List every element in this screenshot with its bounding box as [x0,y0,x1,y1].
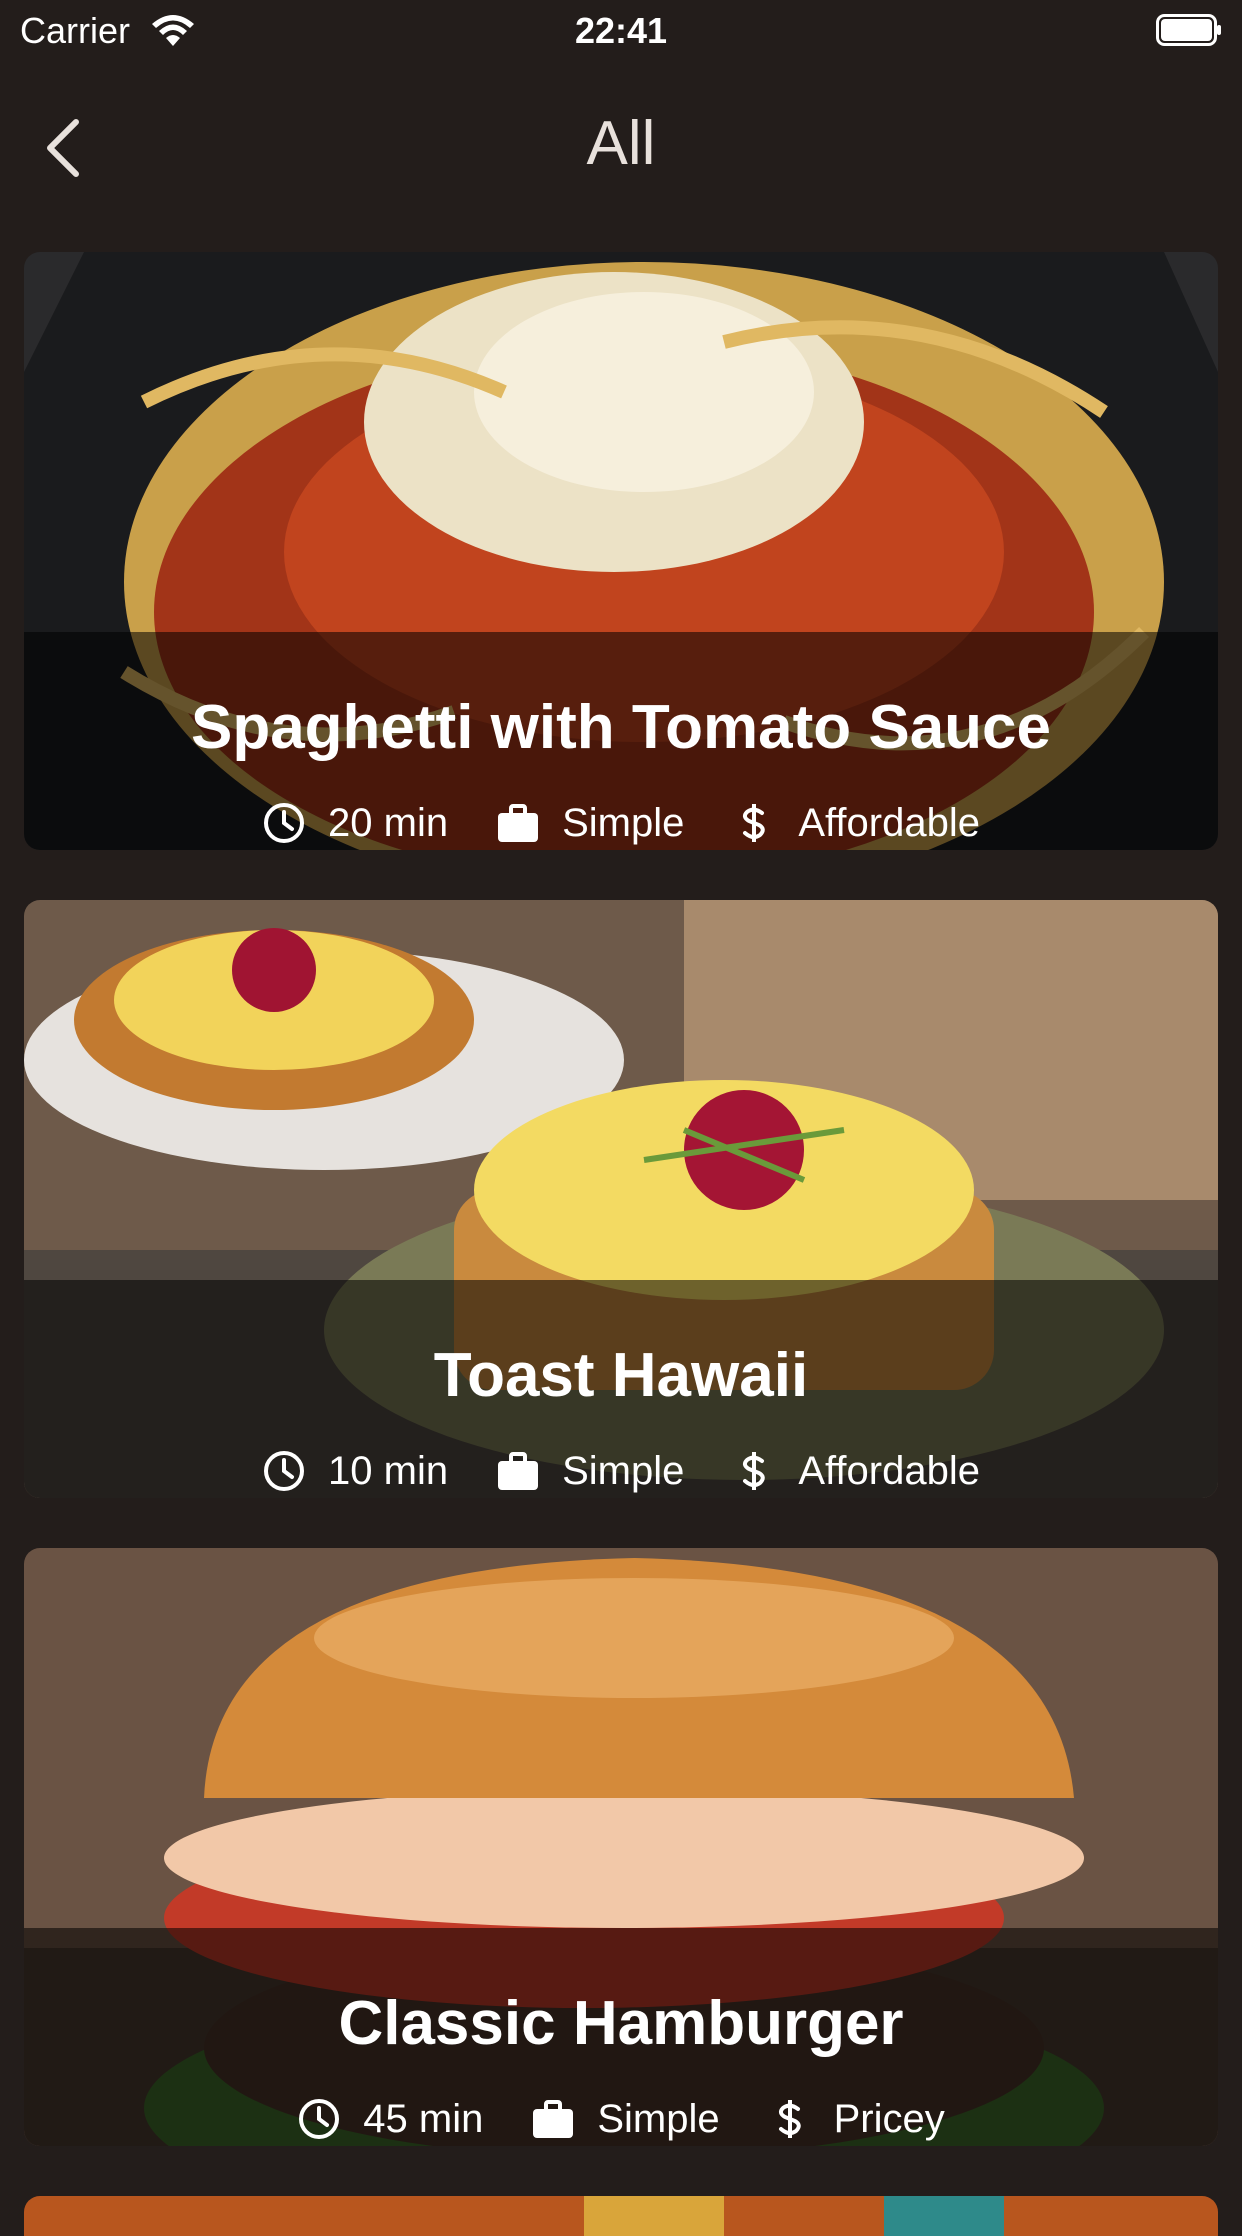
status-bar: Carrier 22:41 [0,0,1242,62]
meal-card-toast-hawaii[interactable]: Toast Hawaii 10 min Simple Affordable [24,900,1218,1498]
duration-label: 45 min [363,2096,484,2141]
meal-meta-row: 20 min Simple Affordable [24,798,1218,848]
meal-card-spaghetti[interactable]: Spaghetti with Tomato Sauce 20 min Simpl… [24,252,1218,850]
complexity-label: Simple [597,2096,720,2141]
duration-item: 20 min [262,801,448,846]
affordability-item: Pricey [768,2097,945,2142]
meal-card-next-peek[interactable] [24,2196,1218,2236]
duration-item: 45 min [297,2097,483,2142]
affordability-label: Affordable [798,800,980,845]
affordability-item: Affordable [732,1449,980,1494]
status-time: 22:41 [574,10,668,51]
meal-image-next [24,2196,1218,2236]
meal-card-classic-hamburger[interactable]: Classic Hamburger 45 min Simple Pricey [24,1548,1218,2146]
briefcase-icon [533,2100,574,2138]
navigation-bar: All [0,62,1242,226]
meal-meta-row: 10 min Simple Affordable [24,1446,1218,1496]
affordability-label: Affordable [798,1448,980,1493]
dollar-icon [778,2100,801,2138]
complexity-item: Simple [496,1449,684,1494]
meal-title: Toast Hawaii [433,1341,809,1410]
clock-icon [264,803,305,843]
clock-icon [264,1451,305,1491]
clock-icon [299,2099,340,2139]
duration-item: 10 min [262,1449,448,1494]
affordability-item: Affordable [732,801,980,846]
meal-title: Spaghetti with Tomato Sauce [190,693,1052,762]
affordability-label: Pricey [833,2096,945,2141]
dollar-icon [743,1452,766,1490]
complexity-label: Simple [562,800,685,845]
battery-icon [1156,14,1221,46]
briefcase-icon [498,1452,539,1490]
complexity-item: Simple [531,2096,720,2142]
complexity-item: Simple [496,801,684,846]
complexity-label: Simple [562,1448,685,1493]
duration-label: 10 min [328,1448,449,1493]
page-title: All [586,109,656,178]
duration-label: 20 min [328,800,449,845]
meal-title: Classic Hamburger [338,1989,904,2058]
meal-meta-row: 45 min Simple Pricey [24,2094,1218,2144]
briefcase-icon [498,804,539,842]
dollar-icon [743,804,766,842]
